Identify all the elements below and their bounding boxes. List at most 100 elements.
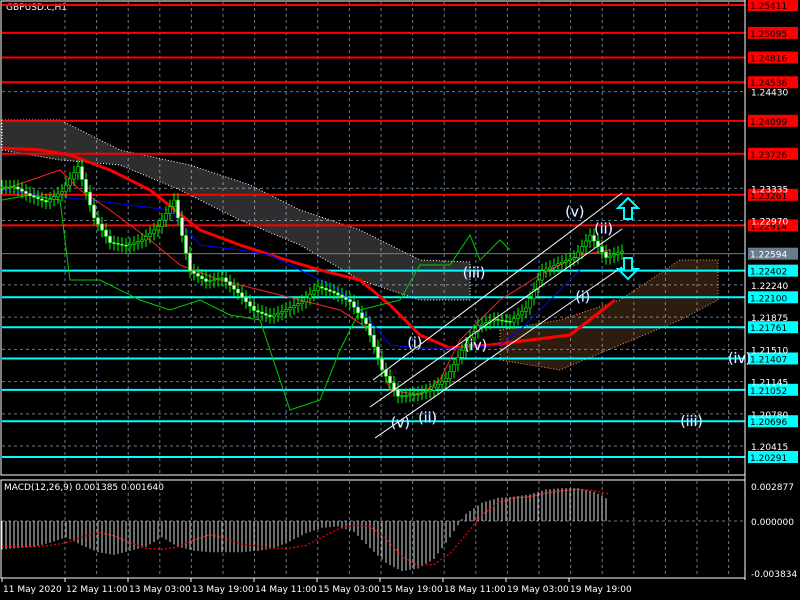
candle bbox=[248, 301, 252, 307]
candle bbox=[372, 334, 376, 348]
price-chart[interactable]: 1.254111.250951.248161.245361.240991.237… bbox=[0, 0, 800, 600]
candle bbox=[0, 186, 4, 189]
candle bbox=[16, 186, 20, 190]
candle bbox=[200, 275, 204, 280]
candle bbox=[128, 244, 132, 247]
candle bbox=[80, 166, 84, 180]
candle bbox=[308, 293, 312, 299]
wave-label: (v) bbox=[565, 205, 584, 221]
resistance-level-label: 1.23726 bbox=[750, 151, 787, 161]
candle bbox=[68, 178, 72, 186]
candle bbox=[224, 277, 228, 282]
candle bbox=[604, 251, 608, 258]
time-tick: 15 May 03:00 bbox=[318, 585, 380, 595]
candle bbox=[192, 270, 196, 274]
candle bbox=[528, 298, 532, 309]
candle bbox=[256, 310, 260, 313]
candle bbox=[544, 268, 548, 272]
candle bbox=[36, 197, 40, 200]
resistance-level-label: 1.24816 bbox=[750, 55, 787, 65]
candle bbox=[432, 386, 436, 391]
resistance-level-label: 1.25095 bbox=[750, 30, 787, 40]
candle bbox=[56, 193, 60, 197]
candle bbox=[160, 219, 164, 227]
candle bbox=[404, 394, 408, 397]
candle bbox=[164, 213, 168, 221]
candle bbox=[364, 317, 368, 325]
ichimoku-cloud bbox=[1, 119, 719, 371]
candle bbox=[428, 389, 432, 392]
candle bbox=[100, 223, 104, 231]
candle bbox=[560, 261, 564, 265]
candle bbox=[180, 217, 184, 236]
candle bbox=[420, 391, 424, 394]
candle bbox=[340, 294, 344, 298]
wave-label: (iv) bbox=[728, 351, 751, 367]
candle bbox=[104, 229, 108, 237]
candle bbox=[8, 186, 12, 189]
candle bbox=[348, 299, 352, 303]
candle bbox=[140, 239, 144, 242]
candle bbox=[508, 321, 512, 323]
candle bbox=[552, 265, 556, 268]
candle bbox=[312, 290, 316, 295]
chikou-line bbox=[1, 194, 511, 411]
candle bbox=[188, 252, 192, 272]
candle bbox=[320, 286, 324, 289]
candle bbox=[412, 394, 416, 396]
wave-label: (v) bbox=[391, 416, 410, 432]
candle bbox=[148, 232, 152, 237]
candle bbox=[168, 206, 172, 214]
candle bbox=[260, 311, 264, 314]
support-level-label: 1.22402 bbox=[750, 268, 787, 278]
candle bbox=[504, 320, 508, 322]
candle bbox=[252, 305, 256, 311]
time-tick: 13 May 19:00 bbox=[192, 585, 254, 595]
candle bbox=[388, 376, 392, 384]
price-tick: 1.20415 bbox=[751, 443, 788, 453]
candle bbox=[176, 199, 180, 219]
candle bbox=[564, 260, 568, 263]
macd-panel: 0.002877 0.000000 -0.003834 bbox=[1, 483, 797, 580]
candle bbox=[600, 246, 604, 253]
resistance-level-label: 1.25411 bbox=[750, 2, 787, 12]
wave-label: (iii) bbox=[680, 414, 703, 430]
candle bbox=[20, 188, 24, 192]
candle bbox=[524, 307, 528, 312]
candle bbox=[84, 179, 88, 193]
bearish-cloud-fill bbox=[2, 120, 470, 300]
candle bbox=[304, 297, 308, 303]
wave-label: (iv) bbox=[464, 338, 487, 354]
down-arrow-icon bbox=[615, 257, 641, 281]
support-level-label: 1.22100 bbox=[750, 294, 787, 304]
candle bbox=[4, 186, 8, 189]
price-tick: 1.21145 bbox=[751, 379, 788, 389]
candle bbox=[360, 312, 364, 319]
candle bbox=[52, 196, 56, 200]
candle bbox=[452, 364, 456, 372]
candle bbox=[212, 279, 216, 281]
candle bbox=[204, 278, 208, 282]
time-tick: 12 May 11:00 bbox=[66, 585, 128, 595]
candle bbox=[136, 241, 140, 244]
wave-label: (ii) bbox=[594, 221, 613, 237]
candle bbox=[448, 371, 452, 379]
candle bbox=[408, 394, 412, 397]
candle bbox=[500, 319, 504, 322]
candle bbox=[228, 281, 232, 286]
candle bbox=[108, 236, 112, 243]
candle bbox=[216, 278, 220, 281]
candle bbox=[612, 254, 616, 257]
candle bbox=[416, 392, 420, 395]
macd-tick: 0.002877 bbox=[751, 483, 794, 493]
candle bbox=[120, 244, 124, 246]
candle bbox=[272, 314, 276, 318]
candle bbox=[48, 199, 52, 203]
macd-tick: -0.003834 bbox=[751, 570, 797, 580]
candle bbox=[376, 346, 380, 359]
candle bbox=[44, 200, 48, 203]
price-tick: 1.22970 bbox=[751, 217, 788, 227]
candle bbox=[480, 323, 484, 326]
time-tick: 19 May 19:00 bbox=[570, 585, 632, 595]
time-tick: 13 May 03:00 bbox=[129, 585, 191, 595]
